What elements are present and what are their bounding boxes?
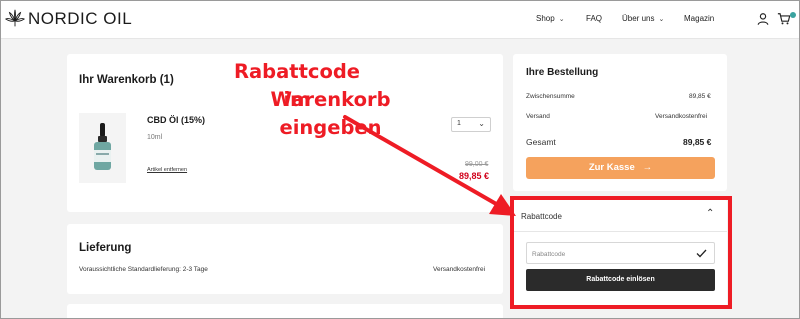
highlight-box [510, 196, 732, 309]
annotation-line-2: Warenkorb eingeben [270, 88, 391, 139]
